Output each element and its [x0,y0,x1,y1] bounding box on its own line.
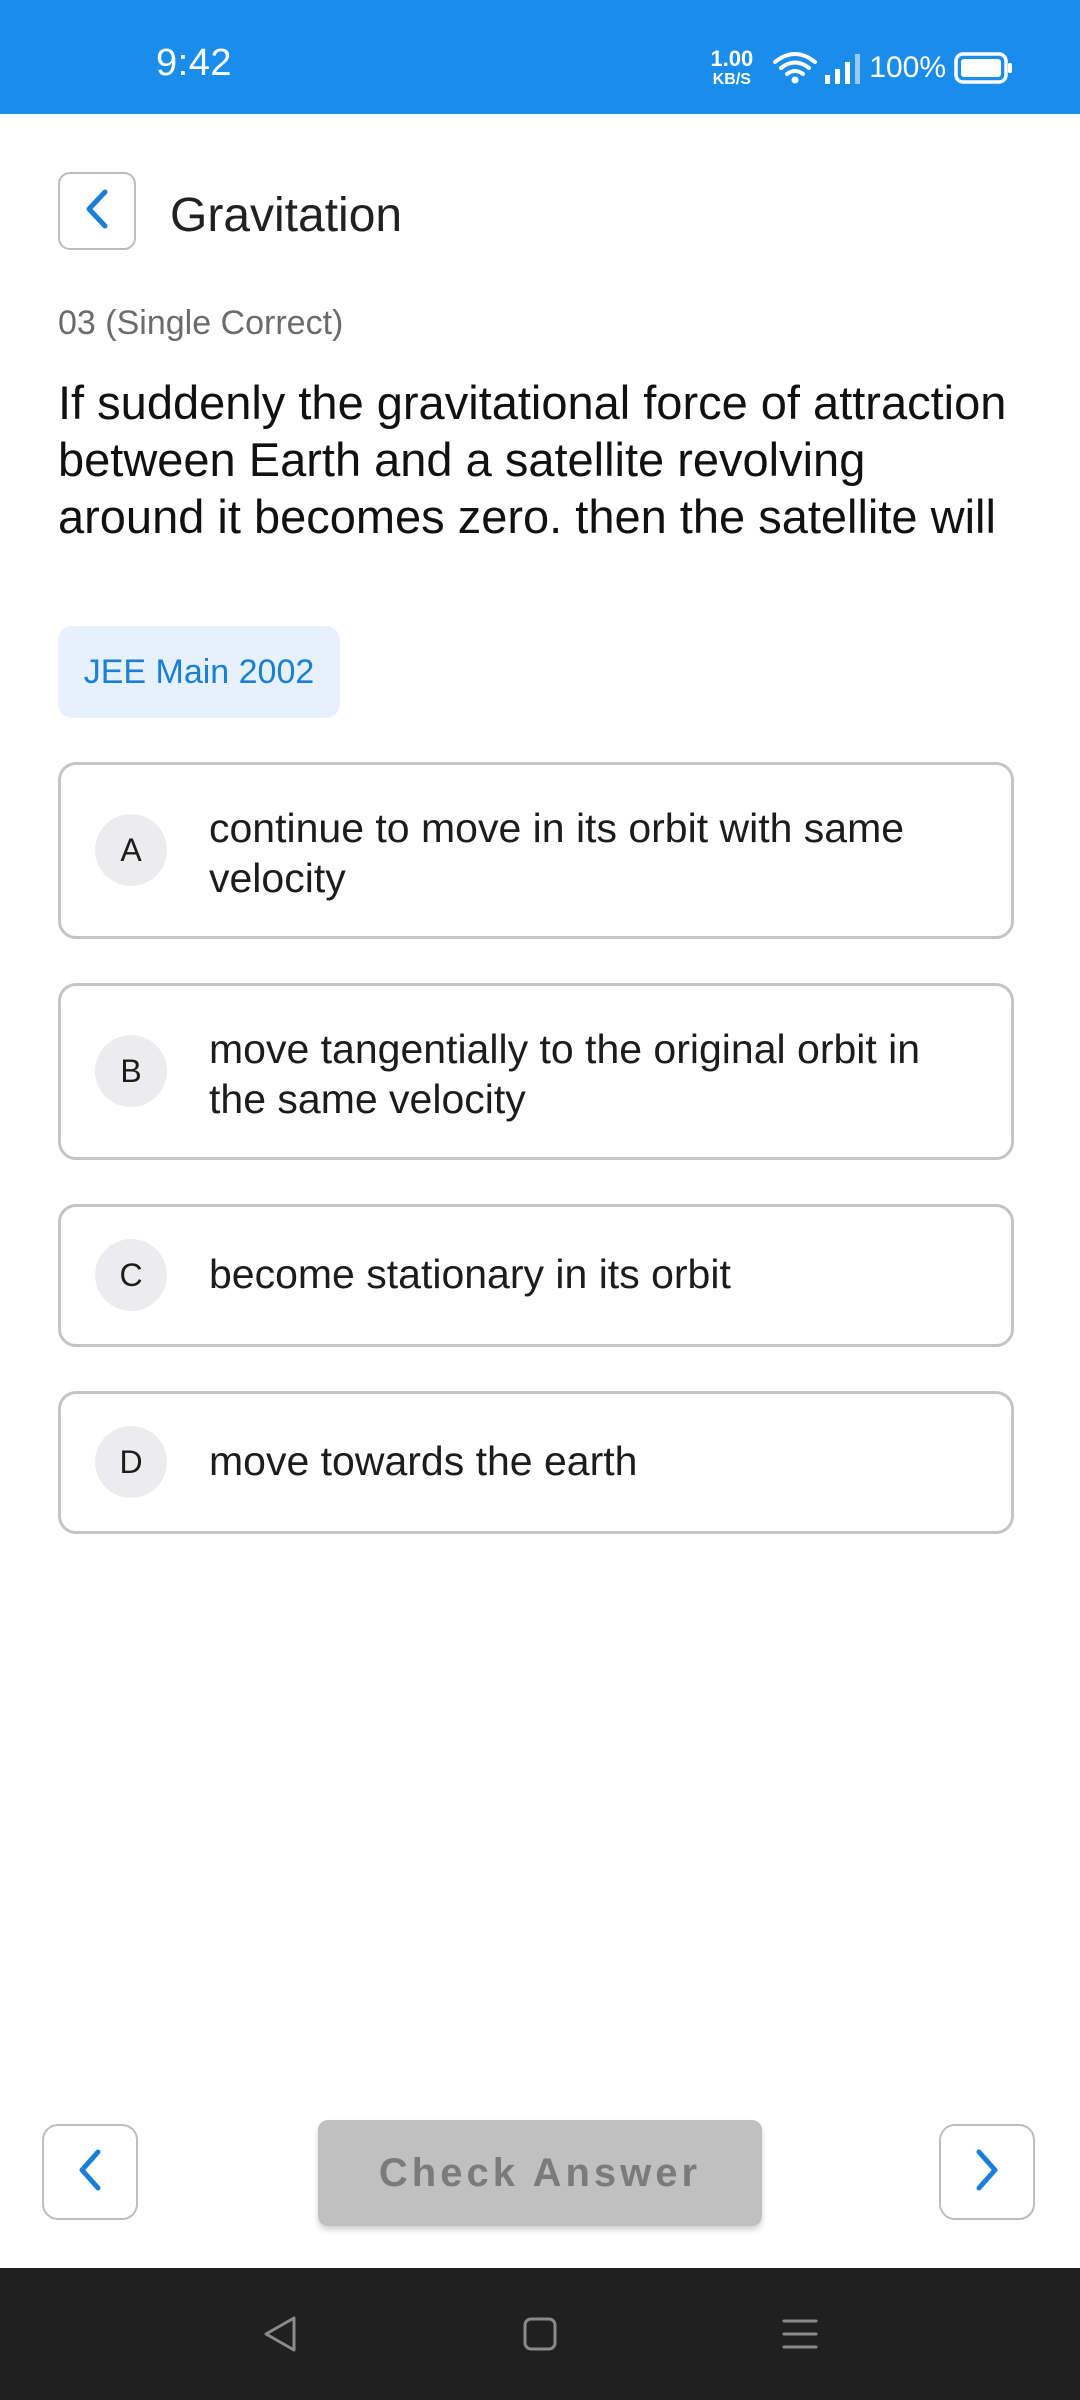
option-letter: C [95,1239,167,1311]
back-triangle-icon[interactable] [252,2306,308,2362]
option-a[interactable]: A continue to move in its orbit with sam… [58,762,1014,939]
option-letter: A [95,814,167,886]
check-answer-button[interactable]: Check Answer [318,2120,762,2226]
home-square-icon[interactable] [512,2306,568,2362]
question-text: If suddenly the gravitational force of a… [58,376,1007,543]
exam-tag: JEE Main 2002 [58,626,340,718]
option-text: become stationary in its orbit [209,1251,731,1297]
menu-lines-icon[interactable] [772,2306,828,2362]
option-letter: B [95,1035,167,1107]
chevron-left-icon [80,187,114,236]
battery-percent: 100% [869,51,946,84]
page-title: Gravitation [170,189,403,242]
option-text: move tangentially to the original orbit … [209,1026,921,1122]
option-d[interactable]: D move towards the earth [58,1391,1014,1534]
system-navigation-bar [0,2268,1080,2400]
battery-icon [954,52,1014,84]
chevron-left-icon [73,2147,107,2198]
network-speed-unit: KB/S [712,71,751,88]
wifi-icon [773,51,818,85]
option-letter: D [95,1426,167,1498]
status-indicators: 1.00 KB/S 100% [710,40,1014,96]
next-question-button[interactable] [939,2124,1035,2220]
status-time: 9:42 [156,42,232,84]
option-c[interactable]: C become stationary in its orbit [58,1204,1014,1347]
previous-question-button[interactable] [42,2124,138,2220]
option-text: move towards the earth [209,1438,638,1484]
option-b[interactable]: B move tangentially to the original orbi… [58,983,1014,1160]
option-text: continue to move in its orbit with same … [209,805,905,901]
chevron-right-icon [970,2147,1004,2198]
question-meta: 03 (Single Correct) [58,304,344,342]
network-speed-value: 1.00 [710,46,754,71]
signal-icon [823,51,863,85]
back-button[interactable] [58,172,136,250]
status-bar: 9:42 1.00 KB/S 100% [0,0,1080,114]
network-speed: 1.00 KB/S [710,48,753,88]
